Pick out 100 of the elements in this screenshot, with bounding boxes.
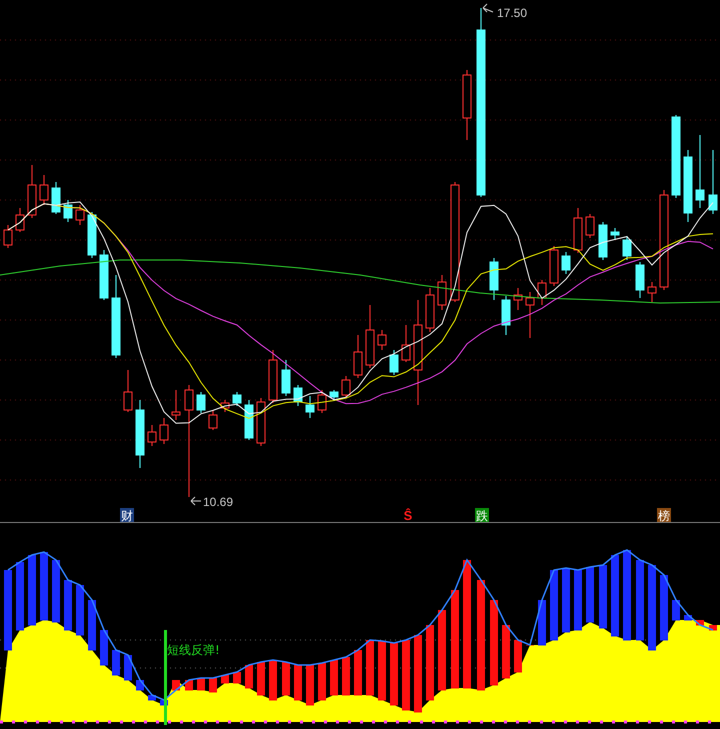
candlestick bbox=[40, 174, 48, 206]
arrow-icon bbox=[190, 496, 202, 506]
indicator-bar bbox=[306, 665, 314, 706]
candlestick bbox=[636, 262, 644, 298]
indicator-bar bbox=[390, 643, 398, 706]
indicator-bar bbox=[318, 663, 326, 700]
indicator-bar bbox=[330, 660, 338, 696]
candlestick bbox=[586, 214, 594, 238]
event-marker[interactable]: 跌 bbox=[475, 508, 489, 522]
candlestick bbox=[708, 150, 718, 214]
candlestick bbox=[208, 410, 218, 430]
indicator-bar bbox=[684, 615, 692, 620]
signal-label: 短线反弹! bbox=[167, 643, 220, 657]
indicator-bar bbox=[366, 640, 374, 696]
candlestick bbox=[16, 208, 24, 232]
indicator-bar bbox=[526, 645, 534, 646]
event-marker[interactable]: 榜 bbox=[657, 508, 671, 522]
indicator-bar bbox=[197, 678, 205, 690]
indicator-bar bbox=[88, 600, 96, 650]
candlestick bbox=[490, 258, 498, 300]
candlestick bbox=[88, 212, 96, 258]
candlestick bbox=[502, 296, 510, 336]
candlestick bbox=[160, 418, 168, 444]
candlestick bbox=[306, 396, 314, 418]
indicator-bar bbox=[28, 555, 36, 626]
candlestick bbox=[562, 252, 570, 274]
indicator-bar bbox=[294, 665, 302, 700]
indicator-bar bbox=[562, 568, 570, 632]
low-price-label: 10.69 bbox=[203, 495, 234, 509]
candlestick bbox=[598, 222, 608, 260]
candlestick bbox=[648, 282, 656, 302]
indicator-bar bbox=[40, 552, 48, 620]
candlestick bbox=[402, 324, 410, 362]
indicator-bar bbox=[16, 562, 24, 630]
candlestick bbox=[438, 274, 446, 310]
candlestick bbox=[136, 400, 144, 468]
candlestick bbox=[574, 208, 582, 254]
indicator-bar bbox=[124, 655, 132, 680]
candlestick bbox=[244, 400, 254, 440]
candlestick bbox=[426, 288, 434, 332]
indicator-bar bbox=[282, 662, 290, 696]
indicator-bar bbox=[257, 662, 265, 696]
candlestick bbox=[124, 370, 132, 412]
candlestick bbox=[354, 334, 362, 378]
candlestick bbox=[622, 236, 632, 260]
candlestick bbox=[76, 204, 84, 226]
candlestick bbox=[268, 350, 278, 404]
candlestick bbox=[148, 424, 156, 446]
high-price-label: 17.50 bbox=[497, 6, 528, 20]
candlestick bbox=[100, 250, 108, 300]
indicator-bar bbox=[550, 570, 558, 640]
indicator-bar bbox=[502, 625, 510, 678]
candlestick bbox=[232, 392, 242, 406]
indicator-bar bbox=[672, 600, 680, 620]
indicator-bar bbox=[233, 672, 241, 684]
candlestick bbox=[172, 390, 180, 420]
indicator-bar bbox=[172, 680, 180, 690]
indicator-bar bbox=[378, 641, 386, 700]
indicator-bar bbox=[100, 630, 108, 666]
candlestick bbox=[64, 200, 72, 222]
event-marker[interactable]: 财 bbox=[120, 508, 134, 522]
candlestick bbox=[318, 390, 326, 414]
indicator-bar bbox=[696, 620, 704, 626]
candlestick bbox=[220, 400, 230, 412]
indicator-bar bbox=[209, 678, 217, 692]
indicator-bar bbox=[112, 650, 120, 676]
candlestick bbox=[538, 280, 546, 306]
candlestick bbox=[462, 70, 472, 140]
indicator-bar bbox=[709, 625, 717, 630]
candlestick bbox=[28, 164, 36, 218]
indicator-bar bbox=[514, 640, 522, 672]
indicator-bar bbox=[148, 695, 156, 700]
event-marker[interactable]: Ŝ bbox=[404, 508, 412, 522]
candlestick bbox=[610, 228, 620, 240]
indicator-bar bbox=[599, 565, 607, 628]
candlestick bbox=[378, 330, 386, 350]
indicator-bar bbox=[64, 580, 72, 630]
indicator-bar bbox=[245, 665, 253, 688]
indicator-bar bbox=[52, 560, 60, 622]
indicator-bar bbox=[660, 575, 668, 640]
indicator-bar bbox=[76, 585, 84, 636]
candlestick bbox=[4, 224, 12, 248]
candlestick bbox=[196, 392, 206, 414]
candlestick bbox=[366, 304, 374, 368]
candlestick bbox=[390, 350, 398, 376]
indicator-bar bbox=[269, 660, 277, 700]
candlestick bbox=[52, 182, 60, 214]
indicator-bar bbox=[354, 650, 362, 696]
candlestick bbox=[294, 384, 302, 406]
indicator-bar bbox=[574, 570, 582, 630]
indicator-bar bbox=[402, 640, 410, 710]
candlestick bbox=[342, 376, 350, 398]
candlestick bbox=[526, 292, 534, 338]
indicator-bar bbox=[342, 657, 350, 696]
indicator-bar bbox=[538, 600, 546, 646]
arrow-icon bbox=[482, 4, 494, 12]
indicator-bar bbox=[586, 567, 594, 622]
candlestick bbox=[550, 246, 558, 286]
candlestick bbox=[282, 360, 290, 396]
candlestick bbox=[256, 398, 266, 446]
